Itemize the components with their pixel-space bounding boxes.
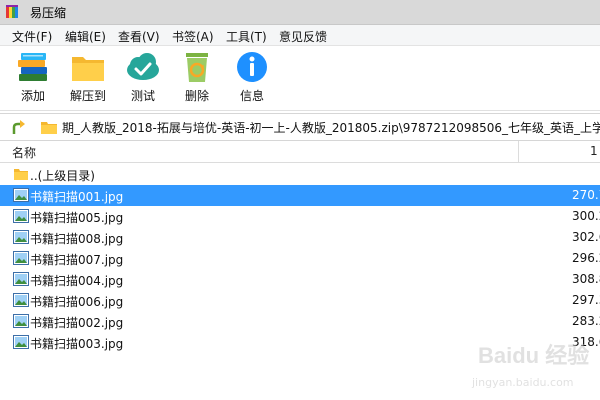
delete-button[interactable]: 删除 — [170, 50, 224, 108]
file-list: ..(上级目录) 书籍扫描001.jpg 270.7 书籍扫描005.jpg 3… — [0, 164, 600, 400]
info-button-label: 信息 — [239, 89, 264, 103]
file-name: 书籍扫描004.jpg — [30, 274, 124, 288]
file-row[interactable]: 书籍扫描004.jpg 308.8 — [0, 269, 600, 290]
test-button[interactable]: 测试 — [116, 50, 170, 108]
info-button[interactable]: 信息 — [225, 50, 279, 108]
books-stack-icon — [18, 53, 47, 81]
menu-bar: 文件(F) 编辑(E) 查看(V) 书签(A) 工具(T) 意见反馈 — [0, 25, 600, 46]
info-icon — [237, 52, 267, 82]
image-file-icon — [13, 188, 29, 202]
test-button-label: 测试 — [130, 89, 155, 103]
up-arrow-icon[interactable] — [10, 118, 28, 136]
column-divider[interactable] — [518, 141, 519, 162]
file-name: 书籍扫描005.jpg — [30, 211, 124, 225]
file-size: 302.6 — [572, 230, 600, 244]
column-header-size[interactable]: 1 — [590, 144, 598, 158]
delete-button-label: 删除 — [184, 89, 209, 103]
file-name: 书籍扫描008.jpg — [30, 232, 124, 246]
file-name: 书籍扫描003.jpg — [30, 337, 124, 351]
file-name: 书籍扫描006.jpg — [30, 295, 124, 309]
archive-path[interactable]: 期_人教版_2018-拓展与培优-英语-初一上-人教版_201805.zip\9… — [62, 119, 600, 136]
toolbar: 添加 解压到 测试 删除 信息 — [0, 46, 600, 111]
file-name: 书籍扫描002.jpg — [30, 316, 124, 330]
image-file-icon — [13, 293, 29, 307]
file-row[interactable]: 书籍扫描008.jpg 302.6 — [0, 227, 600, 248]
file-list-header: 名称 1 — [0, 141, 600, 163]
menu-view[interactable]: 查看(V) — [118, 28, 160, 45]
file-size: 297.3 — [572, 293, 600, 307]
menu-file[interactable]: 文件(F) — [12, 28, 52, 45]
image-file-icon — [13, 272, 29, 286]
file-name: 书籍扫描001.jpg — [30, 190, 124, 204]
image-file-icon — [13, 335, 29, 349]
parent-directory-row[interactable]: ..(上级目录) — [0, 164, 600, 185]
file-row[interactable]: 书籍扫描002.jpg 283.2 — [0, 311, 600, 332]
app-logo-icon — [6, 5, 18, 18]
cloud-check-icon — [127, 53, 159, 80]
file-row[interactable]: 书籍扫描007.jpg 296.2 — [0, 248, 600, 269]
extract-to-button-label: 解压到 — [69, 89, 106, 103]
menu-tools[interactable]: 工具(T) — [226, 28, 267, 45]
window-title: 易压缩 — [30, 6, 67, 20]
file-row[interactable]: 书籍扫描005.jpg 300.2 — [0, 206, 600, 227]
menu-bookmarks[interactable]: 书签(A) — [172, 28, 214, 45]
image-file-icon — [13, 314, 29, 328]
folder-icon — [41, 122, 57, 134]
image-file-icon — [13, 230, 29, 244]
path-bar: 期_人教版_2018-拓展与培优-英语-初一上-人教版_201805.zip\9… — [0, 113, 600, 141]
file-size: 300.2 — [572, 209, 600, 223]
file-size: 270.7 — [572, 188, 600, 202]
file-size: 296.2 — [572, 251, 600, 265]
recycle-bin-icon — [186, 53, 208, 82]
menu-edit[interactable]: 编辑(E) — [65, 28, 106, 45]
column-header-name[interactable]: 名称 — [12, 144, 36, 161]
file-row[interactable]: 书籍扫描001.jpg 270.7 — [0, 185, 600, 206]
folder-icon — [14, 169, 28, 180]
add-button-label: 添加 — [20, 89, 45, 103]
file-row[interactable]: 书籍扫描003.jpg 318.6 — [0, 332, 600, 353]
file-name: 书籍扫描007.jpg — [30, 253, 124, 267]
file-size: 318.6 — [572, 335, 600, 349]
add-button[interactable]: 添加 — [6, 50, 60, 108]
file-name: ..(上级目录) — [30, 169, 95, 183]
image-file-icon — [13, 209, 29, 223]
image-file-icon — [13, 251, 29, 265]
extract-to-button[interactable]: 解压到 — [61, 50, 115, 108]
title-bar: 易压缩 — [0, 0, 600, 25]
file-size: 308.8 — [572, 272, 600, 286]
file-size: 283.2 — [572, 314, 600, 328]
folder-icon — [72, 57, 104, 81]
file-row[interactable]: 书籍扫描006.jpg 297.3 — [0, 290, 600, 311]
menu-feedback[interactable]: 意见反馈 — [279, 28, 327, 45]
